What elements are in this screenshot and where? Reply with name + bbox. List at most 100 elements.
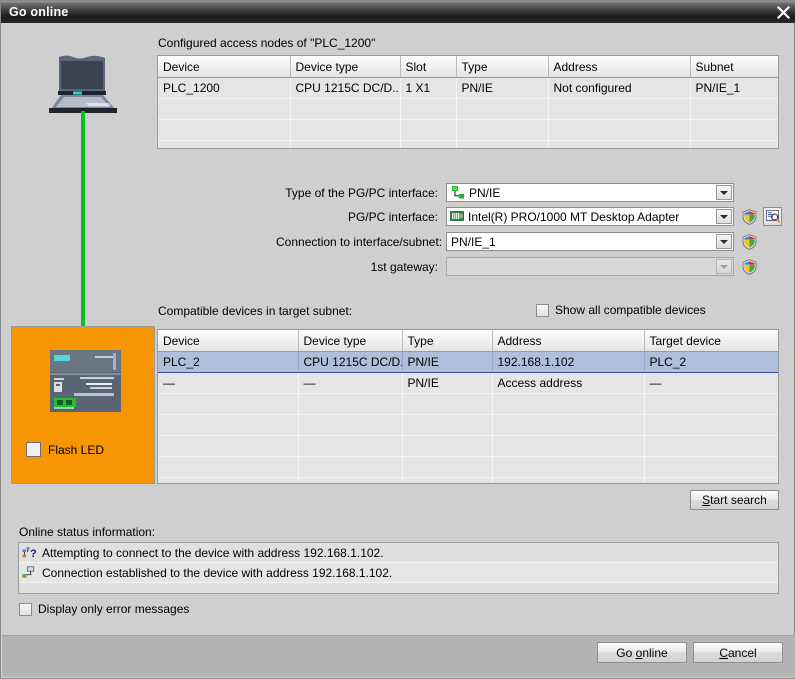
go-online-dialog: Go online Configured access nodes of "PL… (0, 0, 795, 679)
column-header[interactable]: Device (158, 330, 299, 352)
connected-node-icon (22, 566, 37, 579)
network-card-icon (447, 210, 465, 223)
target-device-panel: Flash LED (11, 326, 155, 484)
chevron-down-icon[interactable] (716, 209, 732, 224)
access-nodes-table: Device Device type Slot Type Address Sub… (157, 55, 779, 149)
plc-device-image (50, 350, 121, 415)
type-of-pgpc-interface-value: PN/IE (469, 185, 501, 200)
column-header[interactable]: Subnet (690, 56, 778, 78)
table-row-empty[interactable] (158, 119, 778, 141)
display-only-error-messages-checkbox[interactable] (19, 602, 32, 616)
column-header[interactable]: Address (492, 330, 645, 352)
uac-shield-icon[interactable] (742, 208, 757, 225)
table-row-empty[interactable] (158, 456, 778, 478)
chevron-down-icon (716, 259, 732, 274)
column-header[interactable]: Device type (290, 56, 401, 78)
table-row[interactable]: — — PN/IE Access address — (158, 372, 778, 394)
cancel-accel: C (719, 645, 728, 660)
svg-text:?: ? (30, 548, 37, 559)
window-title: Go online (9, 5, 69, 19)
cell-device: — (158, 372, 299, 394)
connection-to-subnet-label: Connection to interface/subnet: (276, 234, 443, 249)
cell-type: PN/IE (402, 372, 493, 394)
go-online-label-post: nline (642, 645, 668, 660)
laptop-image (39, 53, 127, 113)
status-message-text: Connection established to the device wit… (42, 565, 393, 580)
pgpc-interface-value: Intel(R) PRO/1000 MT Desktop Adapter (468, 209, 680, 224)
cell-subnet: PN/IE_1 (690, 77, 778, 99)
cell-device: PLC_1200 (158, 77, 291, 99)
cell-target-device: PLC_2 (644, 351, 778, 373)
show-all-compatible-devices-row[interactable]: Show all compatible devices (536, 303, 706, 317)
column-header[interactable]: Slot (400, 56, 457, 78)
table-row[interactable]: PLC_1200 CPU 1215C DC/D... 1 X1 PN/IE No… (158, 77, 778, 99)
uac-shield-icon[interactable] (742, 233, 757, 250)
compatible-devices-table: Device Device type Type Address Target d… (157, 329, 779, 484)
status-message-row[interactable]: ? Attempting to connect to the device wi… (19, 543, 778, 563)
interface-properties-button[interactable] (763, 207, 782, 226)
display-only-error-messages-row[interactable]: Display only error messages (19, 602, 189, 616)
table-row-empty[interactable] (158, 477, 778, 483)
show-all-compatible-devices-label: Show all compatible devices (555, 303, 706, 317)
connection-to-subnet-row: Connection to interface/subnet: PN/IE_1 (276, 232, 776, 251)
status-message-row[interactable]: Connection established to the device wit… (19, 563, 778, 583)
first-gateway-row: 1st gateway: (276, 257, 776, 276)
table-header-row: Device Device type Type Address Target d… (158, 330, 778, 352)
connection-to-subnet-value: PN/IE_1 (451, 234, 496, 249)
column-header[interactable]: Target device (644, 330, 778, 352)
pgpc-interface-row: PG/PC interface: Intel(R) PRO/1000 MT De… (276, 207, 795, 226)
table-row-empty[interactable] (158, 435, 778, 457)
display-only-error-messages-label: Display only error messages (38, 602, 190, 616)
cell-target-device: — (644, 372, 778, 394)
column-header[interactable]: Device type (298, 330, 403, 352)
searching-node-icon: ? (22, 546, 37, 560)
cell-address: Not configured (548, 77, 691, 99)
cell-slot: 1 X1 (400, 77, 457, 99)
flash-led-label: Flash LED (48, 442, 105, 457)
connection-to-subnet-combo[interactable]: PN/IE_1 (446, 232, 734, 251)
close-icon[interactable] (770, 1, 795, 23)
table-row-empty[interactable] (158, 140, 778, 148)
show-all-compatible-devices-checkbox[interactable] (536, 303, 549, 317)
type-of-pgpc-interface-label: Type of the PG/PC interface: (285, 185, 438, 200)
start-search-button[interactable]: Start search (690, 490, 779, 510)
column-header[interactable]: Type (402, 330, 493, 352)
cell-device: PLC_2 (158, 351, 299, 373)
access-nodes-caption: Configured access nodes of "PLC_1200" (158, 36, 376, 50)
start-search-accel: S (702, 493, 711, 507)
compatible-devices-caption: Compatible devices in target subnet: (158, 304, 353, 318)
cancel-label: ancel (727, 645, 757, 660)
column-header[interactable]: Device (158, 56, 291, 78)
status-message-text: Attempting to connect to the device with… (42, 545, 384, 560)
cell-address: Access address (492, 372, 645, 394)
flash-led-row[interactable]: Flash LED (26, 442, 104, 457)
cell-device-type: CPU 1215C DC/D... (290, 77, 401, 99)
uac-shield-icon[interactable] (742, 258, 757, 275)
start-search-label: tart search (710, 493, 767, 507)
column-header[interactable]: Address (548, 56, 691, 78)
chevron-down-icon[interactable] (716, 234, 732, 249)
type-of-pgpc-interface-row: Type of the PG/PC interface: PN/IE (276, 183, 776, 202)
cell-type: PN/IE (402, 351, 493, 373)
cell-device-type: — (298, 372, 403, 394)
column-header[interactable]: Type (456, 56, 549, 78)
network-node-icon (447, 186, 465, 199)
first-gateway-combo (446, 257, 734, 276)
table-row-empty[interactable] (158, 393, 778, 415)
cancel-button[interactable]: Cancel (693, 642, 783, 663)
network-cable (81, 111, 85, 343)
type-of-pgpc-interface-combo[interactable]: PN/IE (446, 183, 734, 202)
table-header-row: Device Device type Slot Type Address Sub… (158, 56, 778, 78)
table-row-empty[interactable] (158, 98, 778, 120)
go-online-button[interactable]: Go online (597, 642, 687, 663)
pgpc-interface-combo[interactable]: Intel(R) PRO/1000 MT Desktop Adapter (446, 207, 734, 226)
cell-address: 192.168.1.102 (492, 351, 645, 373)
pgpc-interface-label: PG/PC interface: (347, 209, 438, 224)
cell-type: PN/IE (456, 77, 549, 99)
go-online-label-pre: Go (616, 645, 636, 660)
table-row-empty[interactable] (158, 414, 778, 436)
chevron-down-icon[interactable] (716, 185, 732, 200)
flash-led-checkbox[interactable] (26, 442, 41, 457)
online-status-list[interactable]: ? Attempting to connect to the device wi… (18, 542, 779, 594)
table-row-selected[interactable]: PLC_2 CPU 1215C DC/D... PN/IE 192.168.1.… (158, 351, 778, 373)
